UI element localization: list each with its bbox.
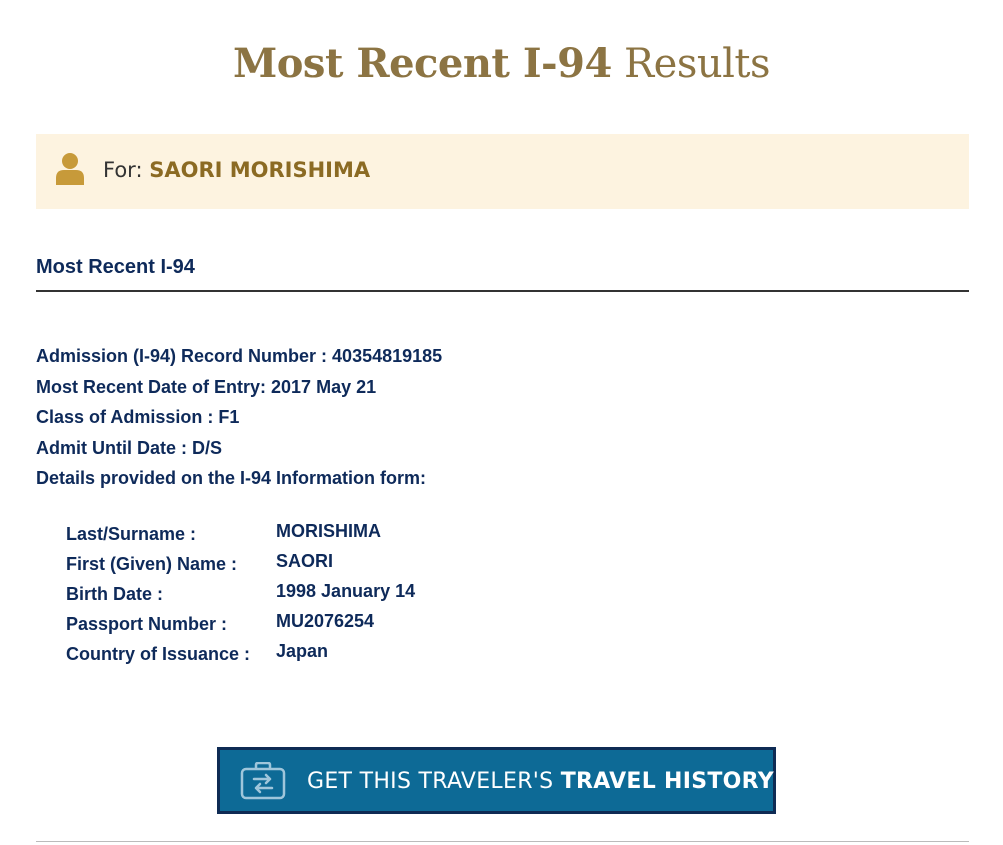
detail-value: SAORI xyxy=(276,551,334,571)
details-intro: Details provided on the I-94 Information… xyxy=(36,468,427,488)
person-icon xyxy=(56,153,84,185)
detail-value: MORISHIMA xyxy=(276,521,381,541)
traveler-banner: For: SAORI MORISHIMA xyxy=(36,134,969,209)
bottom-divider xyxy=(36,841,969,842)
detail-label: Country of Issuance : xyxy=(66,644,251,664)
section-divider xyxy=(36,290,969,292)
travel-history-button-label: GET THIS TRAVELER'S TRAVEL HISTORY xyxy=(307,769,774,794)
suitcase-arrows-icon xyxy=(240,762,286,800)
detail-value: Japan xyxy=(276,641,329,661)
admit-until-date: Admit Until Date : D/S xyxy=(36,437,223,458)
detail-label: Birth Date : xyxy=(66,584,164,604)
detail-value: 1998 January 14 xyxy=(276,581,416,601)
record-number: Admission (I-94) Record Number : 4035481… xyxy=(36,346,443,366)
page-title: Most Recent I-94 Results xyxy=(0,40,1003,87)
section-heading: Most Recent I-94 xyxy=(36,256,195,278)
travel-history-button[interactable]: GET THIS TRAVELER'S TRAVEL HISTORY xyxy=(217,747,776,814)
i94-summary: Admission (I-94) Record Number : 4035481… xyxy=(36,341,442,494)
detail-label: Passport Number : xyxy=(66,614,228,634)
detail-label: First (Given) Name : xyxy=(66,554,238,574)
for-prefix: For: xyxy=(103,158,143,182)
entry-date: Most Recent Date of Entry: 2017 May 21 xyxy=(36,376,377,397)
class-of-admission: Class of Admission : F1 xyxy=(36,407,240,427)
button-prefix: GET THIS TRAVELER'S xyxy=(307,769,561,794)
traveler-label: For: SAORI MORISHIMA xyxy=(103,158,370,182)
button-strong: TRAVEL HISTORY xyxy=(560,769,774,794)
detail-value: MU2076254 xyxy=(276,611,375,631)
detail-label: Last/Surname : xyxy=(66,524,197,544)
page-title-light: Results xyxy=(624,41,771,87)
traveler-name: SAORI MORISHIMA xyxy=(149,158,371,182)
page-title-strong: Most Recent I-94 xyxy=(232,40,612,87)
